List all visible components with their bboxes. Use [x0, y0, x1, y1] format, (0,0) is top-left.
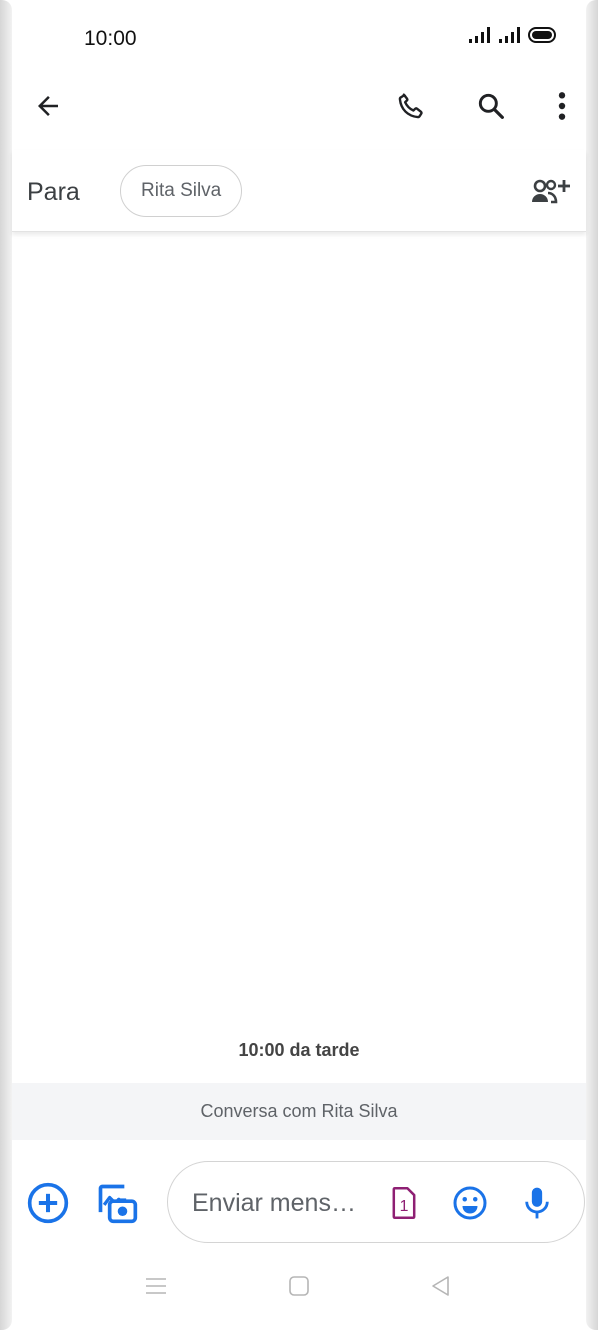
signal-icon — [469, 27, 490, 43]
add-people-icon — [532, 179, 570, 204]
device-frame-left — [0, 0, 12, 1330]
mic-icon — [525, 1187, 549, 1219]
signal-icon — [499, 27, 520, 43]
sim-selector-button[interactable]: 1 — [380, 1179, 428, 1227]
nav-back-button[interactable] — [420, 1270, 460, 1302]
more-options-button[interactable] — [538, 82, 586, 130]
search-button[interactable] — [467, 82, 515, 130]
home-icon — [289, 1276, 309, 1296]
menu-icon — [146, 1278, 166, 1294]
phone-icon — [398, 93, 423, 119]
back-triangle-icon — [432, 1276, 449, 1296]
app-bar — [12, 70, 586, 150]
status-bar: 10:00 — [12, 0, 586, 70]
navigation-bar — [12, 1262, 586, 1312]
gallery-button[interactable] — [93, 1179, 141, 1227]
sim-number: 1 — [400, 1198, 409, 1215]
compose-field[interactable]: Enviar mens… 1 — [167, 1161, 585, 1243]
voice-input-button[interactable] — [513, 1179, 561, 1227]
back-button[interactable] — [24, 82, 72, 130]
message-input[interactable]: Enviar mens… — [192, 1189, 362, 1218]
call-button[interactable] — [387, 82, 435, 130]
conversation-banner-text: Conversa com Rita Silva — [200, 1101, 398, 1121]
add-recipient-button[interactable] — [526, 168, 574, 216]
device-frame-right — [586, 0, 598, 1330]
search-icon — [478, 93, 504, 119]
recipient-row: Para Rita Silva — [12, 150, 586, 232]
compose-bar: Enviar mens… 1 — [12, 1150, 586, 1250]
gallery-camera-icon — [98, 1184, 138, 1224]
nav-home-button[interactable] — [279, 1270, 319, 1302]
emoji-icon — [453, 1186, 487, 1220]
recipient-chip-label: Rita Silva — [141, 180, 222, 201]
nav-recents-button[interactable] — [136, 1270, 176, 1302]
message-timestamp: 10:00 da tarde — [238, 1040, 360, 1060]
battery-icon — [528, 27, 556, 43]
status-time: 10:00 — [84, 27, 137, 50]
add-attachment-button[interactable] — [24, 1179, 72, 1227]
screen: 10:00 Para Rita Silva 10:00 da tarde Con… — [12, 0, 586, 1330]
conversation-banner: Conversa com Rita Silva — [12, 1083, 586, 1140]
status-icons — [468, 26, 558, 44]
recipient-chip[interactable]: Rita Silva — [120, 165, 243, 217]
more-vert-icon — [558, 92, 566, 120]
add-circle-icon — [27, 1182, 69, 1224]
back-arrow-icon — [38, 96, 58, 116]
emoji-button[interactable] — [446, 1179, 494, 1227]
sim-card-icon: 1 — [392, 1187, 416, 1219]
to-label: Para — [27, 178, 80, 206]
